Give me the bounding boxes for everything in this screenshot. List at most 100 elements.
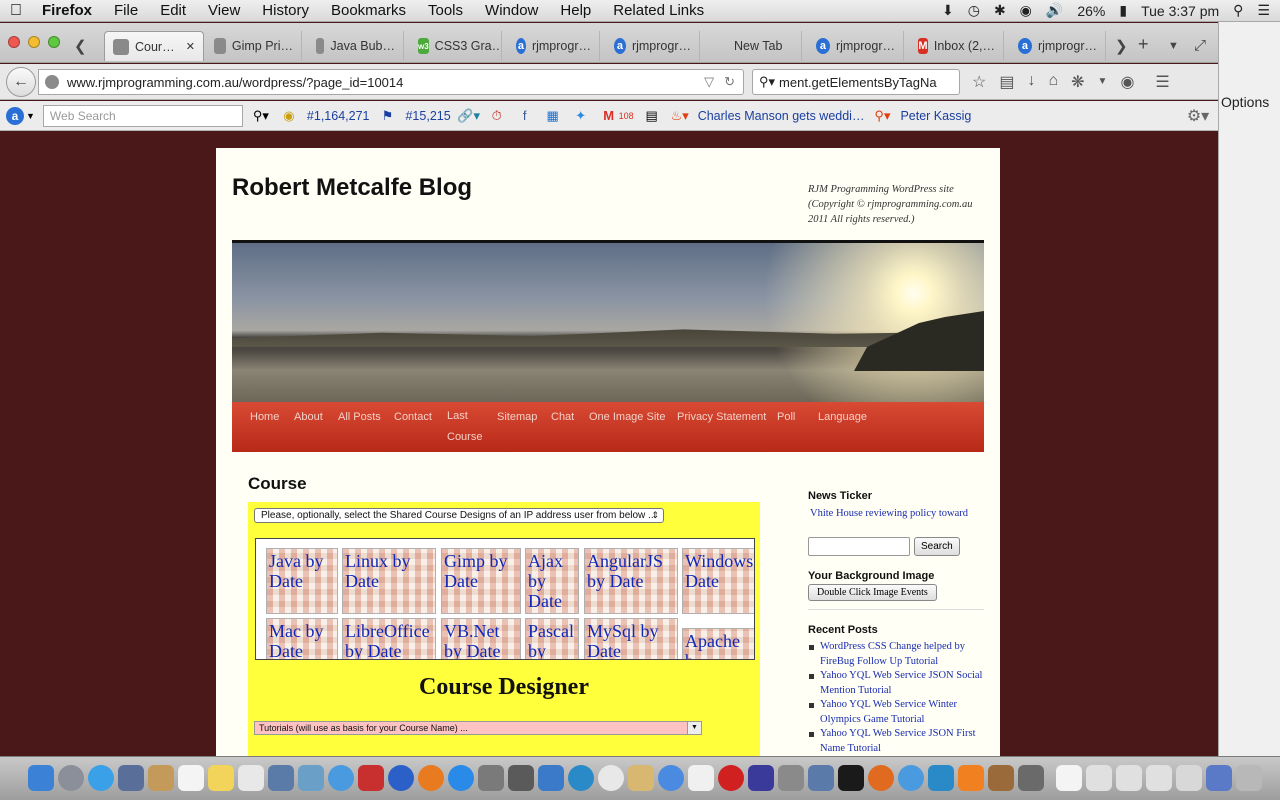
contact-card-icon[interactable]: ▤	[642, 107, 662, 125]
alexa-rank-global[interactable]: #1,164,271	[307, 109, 370, 123]
recent-post-link[interactable]: Yahoo YQL Web Service Winter Olympics Ga…	[808, 698, 984, 727]
close-window-icon[interactable]	[8, 36, 20, 48]
ask-dropdown-icon[interactable]: ▼	[26, 111, 35, 121]
ibooks-icon[interactable]	[418, 765, 444, 791]
bookmark-star-icon[interactable]: ☆	[972, 72, 986, 92]
browser-tab[interactable]: a rjmprogr…	[606, 31, 700, 61]
menu-contact[interactable]: Contact	[394, 411, 432, 423]
image-capture-icon[interactable]	[808, 765, 834, 791]
menu-bookmarks[interactable]: Bookmarks	[331, 2, 406, 19]
minimize-window-icon[interactable]	[28, 36, 40, 48]
browser-tab[interactable]: a rjmprogr…	[808, 31, 904, 61]
options-label[interactable]: Options	[1221, 94, 1269, 110]
browser-tab[interactable]: Java Bub…	[308, 31, 404, 61]
vlc-icon[interactable]	[958, 765, 984, 791]
search-engine-icon[interactable]: ⚲▾	[759, 74, 775, 90]
finder-icon[interactable]	[28, 765, 54, 791]
sparkle-icon[interactable]: ✦	[571, 107, 591, 125]
double-click-image-events-button[interactable]: Double Click Image Events	[808, 584, 937, 601]
course-cell-apache[interactable]: Apache b	[682, 628, 754, 659]
settings-gear-icon[interactable]: ⚙▾	[1187, 107, 1209, 125]
menu-last-course[interactable]: Last Course	[447, 406, 487, 448]
course-cell-mac[interactable]: Mac by Date	[266, 618, 338, 659]
chrome-canary-icon[interactable]	[898, 765, 924, 791]
search-value[interactable]: ment.getElementsByTagNa	[779, 75, 937, 90]
photos-icon[interactable]	[298, 765, 324, 791]
url-bar[interactable]: www.rjmprogramming.com.au/wordpress/?pag…	[38, 69, 744, 95]
course-cell-libreoffice[interactable]: LibreOffice by Date	[342, 618, 436, 659]
filezilla-icon[interactable]	[568, 765, 594, 791]
tab-scroll-left-icon[interactable]: ❮	[74, 37, 87, 55]
xcode-icon[interactable]	[538, 765, 564, 791]
terminal-icon[interactable]	[838, 765, 864, 791]
browser-tab[interactable]: w3 CSS3 Gra…	[410, 31, 502, 61]
browser-tab[interactable]: Gimp Pri…	[206, 31, 302, 61]
link-icon[interactable]: 🔗▾	[457, 107, 480, 125]
course-cell-java[interactable]: Java by Date	[266, 548, 338, 614]
browser-tab[interactable]: M Inbox (2,…	[910, 31, 1004, 61]
menu-help[interactable]: Help	[560, 2, 591, 19]
course-cell-angularjs[interactable]: AngularJS by Date	[584, 548, 678, 614]
download-icon[interactable]: ⬇	[942, 2, 954, 19]
stack-screenshot-icon[interactable]	[1086, 765, 1112, 791]
disk-utility-icon[interactable]	[598, 765, 624, 791]
site-identity-icon[interactable]	[45, 75, 59, 89]
news-ticker[interactable]: Vhite House reviewing policy toward	[810, 508, 984, 519]
news-item-1[interactable]: Charles Manson gets weddi…	[698, 109, 865, 123]
menu-file[interactable]: File	[114, 2, 138, 19]
volume-icon[interactable]: 🔊	[1046, 2, 1063, 19]
share-icon[interactable]: ▦	[543, 107, 563, 125]
reading-list-icon[interactable]: ▤	[999, 72, 1014, 92]
sidebar-search-input[interactable]	[808, 537, 910, 556]
shared-designs-select[interactable]: Please, optionally, select the Shared Co…	[254, 508, 664, 523]
spotlight-icon[interactable]: ⚲	[1233, 2, 1243, 19]
course-cell-windows[interactable]: Windows Date	[682, 548, 754, 614]
browser-tab[interactable]: Cour… ✕	[104, 31, 204, 61]
url-dropdown-icon[interactable]: ▽	[704, 74, 714, 90]
opera-icon[interactable]	[718, 765, 744, 791]
recent-post-link[interactable]: WordPress CSS Change helped by FireBug F…	[808, 640, 984, 669]
menu-chat[interactable]: Chat	[551, 411, 574, 423]
wifi-icon[interactable]: ◉	[1020, 2, 1032, 19]
app-store-icon[interactable]	[448, 765, 474, 791]
maps-icon[interactable]	[268, 765, 294, 791]
addon-icon[interactable]: ❋	[1071, 72, 1084, 92]
fullscreen-icon[interactable]: ⤢	[1194, 37, 1206, 54]
menu-sitemap[interactable]: Sitemap	[497, 411, 537, 423]
bluetooth-icon[interactable]: ✱	[994, 2, 1006, 19]
news-item-2[interactable]: Peter Kassig	[900, 109, 971, 123]
textedit-icon[interactable]	[628, 765, 654, 791]
menu-window[interactable]: Window	[485, 2, 538, 19]
course-cell-gimp[interactable]: Gimp by Date	[441, 548, 521, 614]
apple-icon[interactable]: 	[10, 2, 22, 20]
tab-scroll-right-icon[interactable]: ❯	[1115, 37, 1128, 55]
url-text[interactable]: www.rjmprogramming.com.au/wordpress/?pag…	[67, 75, 403, 90]
menu-all-posts[interactable]: All Posts	[338, 411, 381, 423]
browser-tab[interactable]: a rjmprogr…	[1010, 31, 1106, 61]
stack-screenshot-icon[interactable]	[1146, 765, 1172, 791]
tab-list-icon[interactable]: ▼	[1168, 40, 1179, 52]
menu-firefox[interactable]: Firefox	[42, 2, 92, 19]
battery-text[interactable]: 26%	[1077, 3, 1105, 19]
safari-icon[interactable]	[88, 765, 114, 791]
gimp-icon[interactable]	[508, 765, 534, 791]
calendar-icon[interactable]	[178, 765, 204, 791]
downloads-icon[interactable]: ↓	[1027, 72, 1035, 92]
menu-related-links[interactable]: Related Links	[613, 2, 704, 19]
fire-search-icon[interactable]: ⚲▾	[872, 107, 892, 125]
notification-icon[interactable]: ☰	[1257, 2, 1270, 19]
preview-icon[interactable]	[778, 765, 804, 791]
time-machine-icon[interactable]: ◷	[968, 2, 980, 19]
tutorials-select[interactable]: Tutorials (will use as basis for your Co…	[254, 721, 702, 735]
course-cell-vbnet[interactable]: VB.Net by Date	[441, 618, 521, 659]
system-preferences-icon[interactable]	[478, 765, 504, 791]
sidebar-search-button[interactable]: Search	[914, 537, 960, 556]
menu-home[interactable]: Home	[250, 411, 279, 423]
course-cell-pascal[interactable]: Pascal by	[525, 618, 579, 659]
paintbrush-icon[interactable]	[988, 765, 1014, 791]
menu-poll[interactable]: Poll	[777, 411, 795, 423]
timer-icon[interactable]: ⏱	[487, 107, 507, 125]
menu-about[interactable]: About	[294, 411, 323, 423]
battery-icon[interactable]: ▮	[1119, 2, 1127, 19]
menu-view[interactable]: View	[208, 2, 240, 19]
